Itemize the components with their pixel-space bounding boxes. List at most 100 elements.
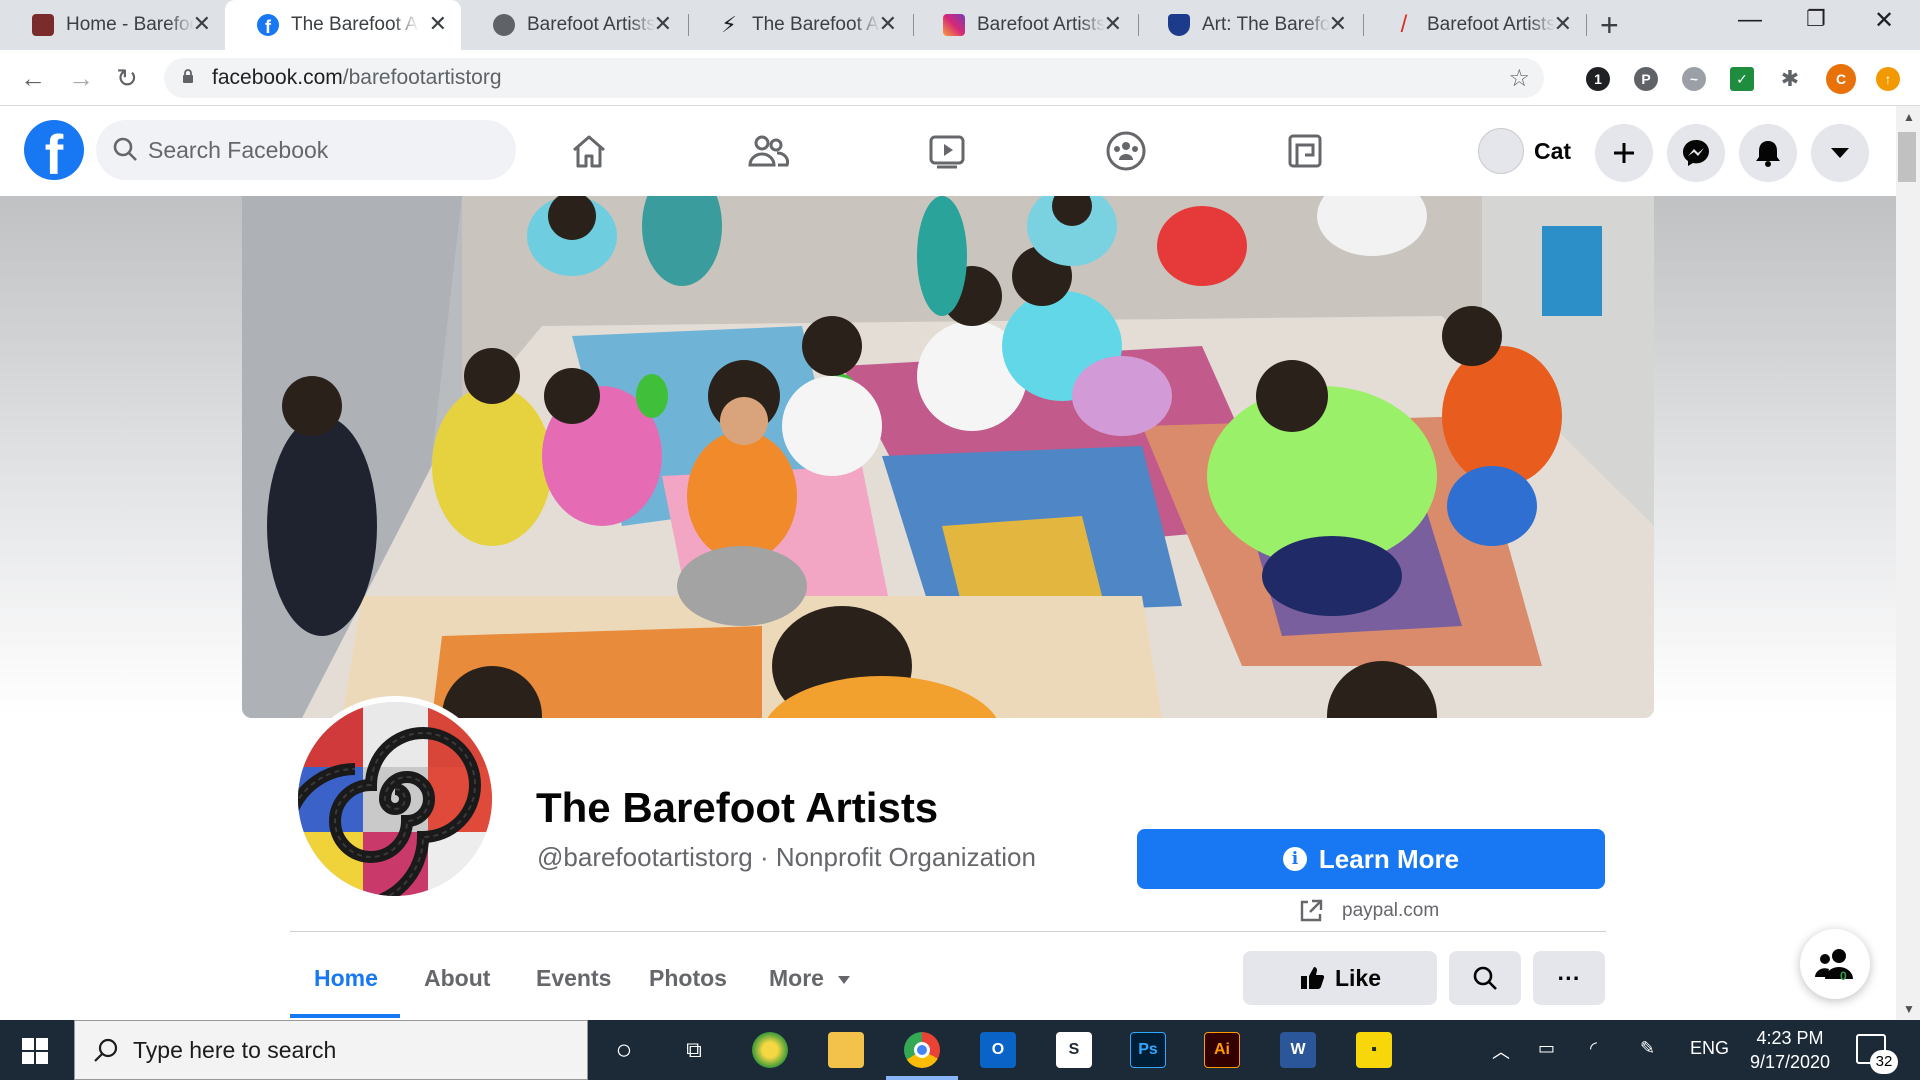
address-bar[interactable]: facebook.com/barefootartistorg ☆ bbox=[164, 58, 1544, 98]
chrome-icon[interactable] bbox=[904, 1032, 940, 1068]
search-input[interactable] bbox=[148, 132, 488, 168]
close-icon[interactable]: ✕ bbox=[429, 12, 447, 36]
taskbar-search[interactable]: Type here to search bbox=[74, 1020, 588, 1080]
chevron-up-icon[interactable]: ︿ bbox=[1492, 1038, 1510, 1064]
language-indicator[interactable]: ENG bbox=[1690, 1038, 1729, 1059]
tab-title: The Barefoot Artists bbox=[291, 14, 419, 35]
minimize-icon[interactable]: — bbox=[1738, 6, 1762, 34]
browser-tab[interactable]: Barefoot Artists ✕ bbox=[461, 0, 686, 50]
people-icon bbox=[1815, 949, 1853, 979]
taskbar-search-placeholder: Type here to search bbox=[133, 1037, 337, 1063]
profile-avatar[interactable]: C bbox=[1826, 64, 1856, 94]
close-icon[interactable]: ✕ bbox=[1329, 12, 1347, 36]
tennis-app-icon[interactable] bbox=[752, 1032, 788, 1068]
external-link-icon bbox=[1300, 899, 1323, 922]
word-icon[interactable]: W bbox=[1280, 1032, 1316, 1068]
scroll-up-icon[interactable]: ▲ bbox=[1903, 110, 1915, 124]
groups-nav-icon[interactable] bbox=[1101, 126, 1151, 176]
puzzle-icon[interactable]: ✱ bbox=[1778, 66, 1802, 91]
scroll-thumb[interactable] bbox=[1898, 132, 1916, 182]
cover-photo[interactable] bbox=[242, 196, 1654, 718]
restore-icon[interactable]: ❐ bbox=[1806, 6, 1826, 32]
illustrator-icon[interactable]: Ai bbox=[1204, 1032, 1240, 1068]
instagram-icon bbox=[943, 14, 965, 36]
close-icon[interactable]: ✕ bbox=[654, 12, 672, 36]
reload-icon[interactable]: ↻ bbox=[116, 64, 138, 92]
notifications-button[interactable] bbox=[1739, 124, 1797, 182]
tab-home[interactable]: Home bbox=[314, 965, 378, 992]
outlook-icon[interactable]: O bbox=[980, 1032, 1016, 1068]
bookmark-star-icon[interactable]: ☆ bbox=[1508, 64, 1530, 93]
checkmark-icon[interactable]: ✓ bbox=[1730, 67, 1754, 91]
lock-icon bbox=[183, 69, 193, 83]
home-nav-icon[interactable] bbox=[564, 126, 614, 176]
clock[interactable]: 4:23 PM 9/17/2020 bbox=[1740, 1026, 1840, 1074]
facebook-search[interactable] bbox=[96, 120, 516, 180]
search-page-button[interactable] bbox=[1449, 951, 1521, 1005]
wifi-icon[interactable]: ◜ bbox=[1590, 1038, 1597, 1059]
file-explorer-icon[interactable] bbox=[828, 1032, 864, 1068]
slash-icon: / bbox=[1400, 11, 1408, 38]
page-profile-picture[interactable] bbox=[292, 696, 498, 902]
gaming-nav-icon[interactable] bbox=[1280, 126, 1330, 176]
task-view-icon[interactable]: ⧉ bbox=[676, 1032, 712, 1068]
scroll-down-icon[interactable]: ▼ bbox=[1903, 1002, 1915, 1016]
close-icon[interactable]: ✕ bbox=[193, 12, 211, 36]
browser-tab[interactable]: / Barefoot Artists ✕ bbox=[1361, 0, 1586, 50]
battery-icon[interactable]: ▭ bbox=[1538, 1038, 1555, 1059]
sketch-app-icon[interactable]: S bbox=[1056, 1032, 1092, 1068]
account-menu-button[interactable] bbox=[1811, 124, 1869, 182]
url-domain: facebook.com bbox=[212, 66, 343, 89]
friends-nav-icon[interactable] bbox=[743, 126, 793, 176]
like-button[interactable]: Like bbox=[1243, 951, 1437, 1005]
browser-tab[interactable]: ⚡ The Barefoot Artists ✕ bbox=[686, 0, 911, 50]
url-text: facebook.com/barefootartistorg bbox=[212, 66, 502, 90]
page-subtitle: @barefootartistorg · Nonprofit Organizat… bbox=[537, 842, 1036, 872]
pen-icon[interactable]: ✎ bbox=[1640, 1038, 1655, 1059]
browser-tab[interactable]: Home - Barefoot Artists ✕ bbox=[0, 0, 225, 50]
profile-shortcut[interactable]: Cat bbox=[1478, 126, 1571, 176]
tab-photos[interactable]: Photos bbox=[649, 965, 727, 992]
tab-title: The Barefoot Artists bbox=[752, 14, 880, 35]
forward-icon[interactable]: → bbox=[68, 64, 94, 92]
mosaic-logo bbox=[298, 702, 492, 896]
tab-title: Barefoot Artists bbox=[527, 14, 655, 35]
browser-tab-active[interactable]: f The Barefoot Artists ✕ bbox=[225, 0, 461, 50]
thumbs-up-icon bbox=[1300, 967, 1325, 989]
tab-events[interactable]: Events bbox=[536, 965, 611, 992]
lightning-icon: ⚡ bbox=[721, 12, 737, 37]
avatar bbox=[1478, 128, 1524, 174]
windows-taskbar: Type here to search ○ ⧉ O S Ps Ai W ▪ ︿ … bbox=[0, 1020, 1920, 1080]
close-icon[interactable]: ✕ bbox=[879, 12, 897, 36]
pinterest-icon[interactable]: P bbox=[1634, 67, 1658, 91]
new-tab-button[interactable]: + bbox=[1600, 8, 1619, 42]
messenger-button[interactable] bbox=[1667, 124, 1725, 182]
extension-badge-icon[interactable]: 1 bbox=[1586, 67, 1610, 91]
back-icon[interactable]: ← bbox=[20, 64, 46, 92]
browser-tab[interactable]: Barefoot Artists ✕ bbox=[911, 0, 1136, 50]
people-floating-button[interactable]: 0 bbox=[1800, 929, 1870, 999]
windows-start-icon[interactable] bbox=[22, 1038, 48, 1064]
update-icon[interactable]: ↑ bbox=[1876, 67, 1900, 91]
tab-about[interactable]: About bbox=[424, 965, 490, 992]
photoshop-icon[interactable]: Ps bbox=[1130, 1032, 1166, 1068]
close-icon[interactable]: ✕ bbox=[1104, 12, 1122, 36]
sticky-notes-icon[interactable]: ▪ bbox=[1356, 1032, 1392, 1068]
watch-nav-icon[interactable] bbox=[922, 126, 972, 176]
cortana-icon[interactable]: ○ bbox=[606, 1032, 642, 1068]
more-actions-button[interactable]: ··· bbox=[1533, 951, 1605, 1005]
page-scrollbar[interactable]: ▲ ▼ bbox=[1896, 106, 1920, 1020]
cta-link[interactable]: paypal.com bbox=[1342, 900, 1439, 922]
close-icon[interactable]: ✕ bbox=[1554, 12, 1572, 36]
learn-more-button[interactable]: i Learn More bbox=[1137, 829, 1605, 889]
browser-tab[interactable]: Art: The Barefoot Artists ✕ bbox=[1136, 0, 1361, 50]
tab-more[interactable]: More bbox=[769, 965, 852, 992]
facebook-logo-icon[interactable]: f bbox=[24, 120, 84, 180]
search-icon bbox=[1473, 966, 1497, 990]
active-tab-indicator bbox=[290, 1014, 400, 1018]
tab-title: Barefoot Artists bbox=[977, 14, 1105, 35]
extension-icon[interactable]: ~ bbox=[1682, 67, 1706, 91]
facebook-icon: f bbox=[257, 14, 279, 37]
close-window-icon[interactable]: ✕ bbox=[1874, 6, 1894, 35]
create-button[interactable] bbox=[1595, 124, 1653, 182]
